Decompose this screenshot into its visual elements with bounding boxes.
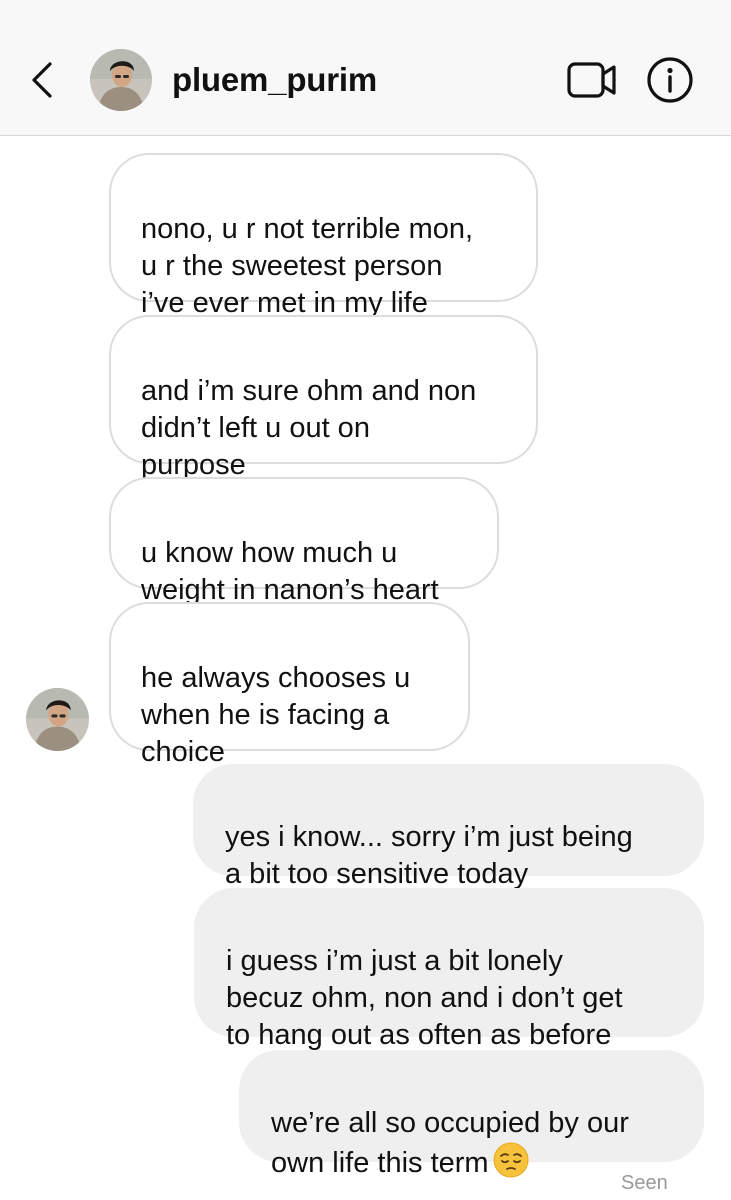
seen-status: Seen xyxy=(621,1172,668,1194)
video-call-button[interactable] xyxy=(566,58,618,102)
outgoing-message[interactable]: i guess i’m just a bit lonely becuz ohm,… xyxy=(194,888,704,1051)
sender-avatar[interactable] xyxy=(26,688,89,751)
incoming-message[interactable]: and i’m sure ohm and non didn’t left u o… xyxy=(109,315,538,481)
incoming-message[interactable]: nono, u r not terrible mon, u r the swee… xyxy=(109,153,538,319)
message-text: i guess i’m just a bit lonely becuz ohm,… xyxy=(226,945,623,1051)
incoming-message[interactable]: he always chooses u when he is facing a … xyxy=(109,602,470,768)
back-button[interactable] xyxy=(22,55,62,105)
chat-username[interactable]: pluem_purim xyxy=(172,60,377,100)
outgoing-message[interactable]: we’re all so occupied by our own life th… xyxy=(239,1050,704,1179)
info-icon xyxy=(647,57,693,103)
chevron-left-icon xyxy=(32,62,52,98)
message-text: u know how much u weight in nanon’s hear… xyxy=(141,537,439,606)
video-camera-icon xyxy=(567,62,616,98)
outgoing-message[interactable]: yes i know... sorry i’m just being a bit… xyxy=(193,764,704,890)
info-button[interactable] xyxy=(646,56,694,104)
chat-header: pluem_purim xyxy=(0,0,731,136)
message-text: and i’m sure ohm and non didn’t left u o… xyxy=(141,375,477,481)
profile-photo xyxy=(90,49,152,111)
header-avatar[interactable] xyxy=(90,49,152,111)
message-text: he always chooses u when he is facing a … xyxy=(141,662,411,768)
profile-photo xyxy=(26,688,89,751)
incoming-message[interactable]: u know how much u weight in nanon’s hear… xyxy=(109,477,499,606)
message-text: we’re all so occupied by our own life th… xyxy=(271,1107,629,1179)
pensive-face-emoji xyxy=(493,1142,529,1188)
message-text: nono, u r not terrible mon, u r the swee… xyxy=(141,213,474,319)
message-text: yes i know... sorry i’m just being a bit… xyxy=(225,821,633,890)
